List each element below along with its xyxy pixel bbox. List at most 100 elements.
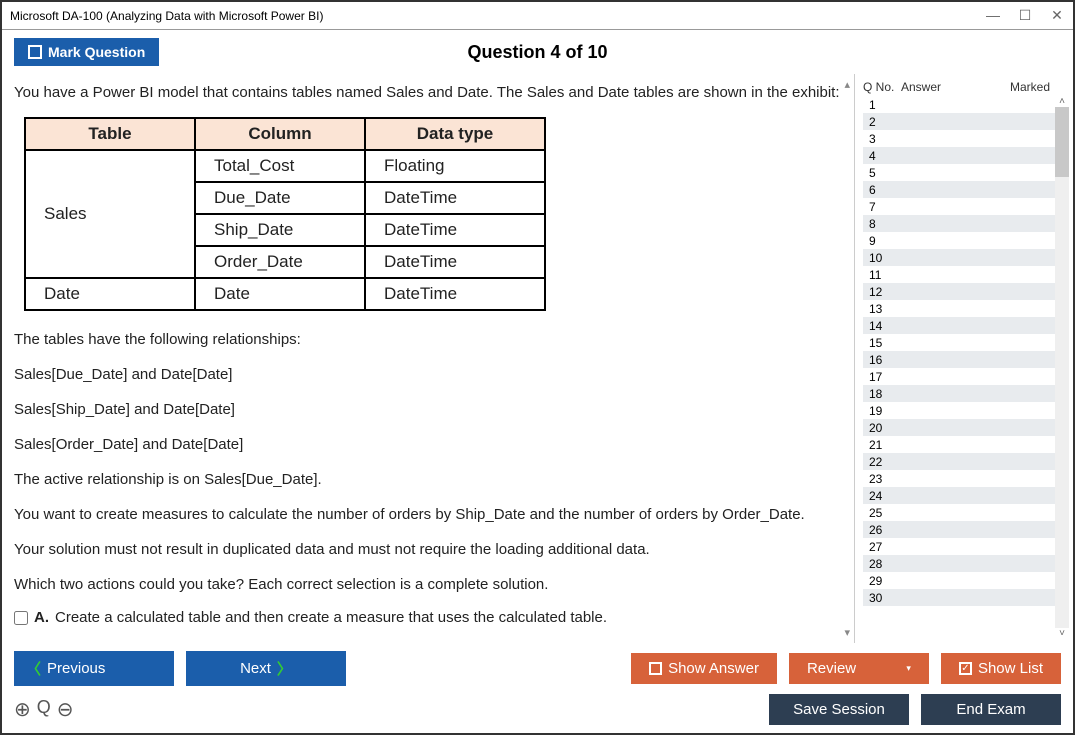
question-number: 10 [863, 251, 901, 265]
scroll-up-icon[interactable]: ˄ [1055, 96, 1069, 107]
question-list-row[interactable]: 30 [863, 589, 1055, 606]
question-list-row[interactable]: 7 [863, 198, 1055, 215]
question-list-row[interactable]: 23 [863, 470, 1055, 487]
question-list-row[interactable]: 29 [863, 572, 1055, 589]
show-answer-button[interactable]: Show Answer [631, 653, 777, 684]
question-list-row[interactable]: 18 [863, 385, 1055, 402]
question-list-row[interactable]: 19 [863, 402, 1055, 419]
question-list-row[interactable]: 6 [863, 181, 1055, 198]
scrollbar[interactable]: ˄ ˅ [1055, 96, 1069, 639]
question-list-row[interactable]: 12 [863, 283, 1055, 300]
question-list-panel: Q No. Answer Marked 12345678910111213141… [855, 74, 1073, 643]
table-cell: Floating [365, 150, 545, 182]
question-number: 6 [863, 183, 901, 197]
scrollbar-thumb[interactable] [1055, 107, 1069, 177]
table-cell: Order_Date [195, 246, 365, 278]
table-header: Table [25, 118, 195, 150]
question-number: 25 [863, 506, 901, 520]
question-number: 4 [863, 149, 901, 163]
table-cell: DateTime [365, 246, 545, 278]
scroll-up-icon[interactable]: ▴ [844, 78, 850, 91]
zoom-in-icon[interactable]: Q [37, 697, 51, 722]
question-number: 15 [863, 336, 901, 350]
question-text: Sales[Order_Date] and Date[Date] [14, 434, 842, 455]
question-list-row[interactable]: 4 [863, 147, 1055, 164]
question-list-row[interactable]: 22 [863, 453, 1055, 470]
question-list-row[interactable]: 13 [863, 300, 1055, 317]
table-cell: DateTime [365, 278, 545, 310]
question-text: The active relationship is on Sales[Due_… [14, 469, 842, 490]
maximize-icon[interactable]: ☐ [1017, 7, 1033, 24]
review-button[interactable]: Review ▾ [789, 653, 929, 684]
close-icon[interactable]: ✕ [1049, 7, 1065, 24]
scroll-down-icon[interactable]: ˅ [1055, 628, 1069, 639]
show-list-button[interactable]: Show List [941, 653, 1061, 684]
question-list-row[interactable]: 8 [863, 215, 1055, 232]
save-session-button[interactable]: Save Session [769, 694, 909, 725]
scroll-down-icon[interactable]: ▾ [844, 626, 850, 639]
question-number: 28 [863, 557, 901, 571]
question-number: 27 [863, 540, 901, 554]
question-number: 9 [863, 234, 901, 248]
zoom-reset-icon[interactable]: ⊕ [14, 697, 31, 722]
checkbox-icon [649, 662, 662, 675]
question-number: 1 [863, 98, 901, 112]
chevron-down-icon: ▾ [906, 663, 911, 674]
question-text: Sales[Due_Date] and Date[Date] [14, 364, 842, 385]
question-number: 13 [863, 302, 901, 316]
question-number: 18 [863, 387, 901, 401]
question-list-row[interactable]: 25 [863, 504, 1055, 521]
question-list-row[interactable]: 28 [863, 555, 1055, 572]
question-text: Sales[Ship_Date] and Date[Date] [14, 399, 842, 420]
question-list-row[interactable]: 14 [863, 317, 1055, 334]
question-list-row[interactable]: 1 [863, 96, 1055, 113]
list-header-marked: Marked [991, 80, 1069, 94]
question-list-row[interactable]: 21 [863, 436, 1055, 453]
checkbox-icon [28, 45, 42, 59]
mark-question-button[interactable]: Mark Question [14, 38, 159, 66]
table-cell: Ship_Date [195, 214, 365, 246]
option-text: Create a calculated table and then creat… [55, 609, 607, 626]
table-cell: DateTime [365, 214, 545, 246]
question-list-row[interactable]: 5 [863, 164, 1055, 181]
table-cell: Date [195, 278, 365, 310]
exhibit-table: Table Column Data type Sales Total_Cost … [24, 117, 546, 311]
answer-option-a[interactable]: A. Create a calculated table and then cr… [14, 609, 842, 626]
zoom-out-icon[interactable]: ⊖ [57, 697, 74, 722]
table-cell: Sales [25, 150, 195, 278]
question-number: 8 [863, 217, 901, 231]
question-list-row[interactable]: 15 [863, 334, 1055, 351]
option-checkbox[interactable] [14, 611, 28, 625]
end-exam-button[interactable]: End Exam [921, 694, 1061, 725]
question-list-row[interactable]: 27 [863, 538, 1055, 555]
question-number: 5 [863, 166, 901, 180]
question-list-row[interactable]: 11 [863, 266, 1055, 283]
question-number: 12 [863, 285, 901, 299]
question-intro: You have a Power BI model that contains … [14, 82, 842, 103]
list-header-qno: Q No. [863, 80, 901, 94]
question-list-row[interactable]: 16 [863, 351, 1055, 368]
question-list-row[interactable]: 17 [863, 368, 1055, 385]
next-button[interactable]: Next 〉 [186, 651, 346, 686]
table-cell: Due_Date [195, 182, 365, 214]
question-list-row[interactable]: 10 [863, 249, 1055, 266]
previous-button[interactable]: 〈 Previous [14, 651, 174, 686]
question-list-row[interactable]: 9 [863, 232, 1055, 249]
question-text: The tables have the following relationsh… [14, 329, 842, 350]
question-list-row[interactable]: 2 [863, 113, 1055, 130]
chevron-right-icon: 〉 [277, 658, 292, 679]
question-number: 29 [863, 574, 901, 588]
question-list-row[interactable]: 3 [863, 130, 1055, 147]
window-title: Microsoft DA-100 (Analyzing Data with Mi… [10, 9, 323, 23]
question-list-row[interactable]: 20 [863, 419, 1055, 436]
question-list-row[interactable]: 26 [863, 521, 1055, 538]
question-counter: Question 4 of 10 [467, 42, 607, 63]
list-header-answer: Answer [901, 80, 991, 94]
question-number: 3 [863, 132, 901, 146]
question-list[interactable]: 1234567891011121314151617181920212223242… [863, 96, 1055, 639]
option-letter: A. [34, 609, 49, 626]
question-number: 16 [863, 353, 901, 367]
question-list-row[interactable]: 24 [863, 487, 1055, 504]
question-number: 19 [863, 404, 901, 418]
minimize-icon[interactable]: — [985, 7, 1001, 24]
